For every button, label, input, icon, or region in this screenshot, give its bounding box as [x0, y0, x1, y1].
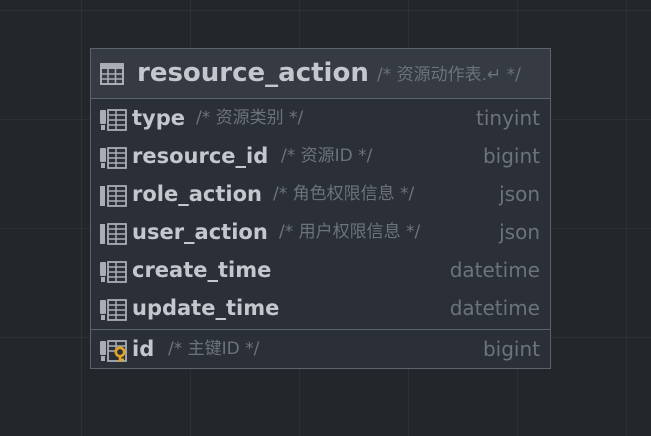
column-type: bigint: [482, 144, 540, 168]
column-comment: /* 资源类别 */: [196, 108, 304, 128]
diagram-canvas[interactable]: resource_action /* 资源动作表.↵ */ type /* 资源…: [0, 0, 651, 436]
column-type: json: [499, 182, 540, 206]
column-row-role-action[interactable]: role_action /* 角色权限信息 */ json: [91, 175, 550, 213]
column-icon: [100, 261, 127, 283]
column-name: create_time: [132, 258, 272, 282]
table-icon: [100, 63, 124, 85]
column-name: resource_id: [132, 144, 269, 168]
column-icon: [100, 109, 127, 131]
column-row-type[interactable]: type /* 资源类别 */ tinyint: [91, 99, 550, 137]
entity-header[interactable]: resource_action /* 资源动作表.↵ */: [91, 49, 550, 99]
column-row-user-action[interactable]: user_action /* 用户权限信息 */ json: [91, 213, 550, 251]
column-comment: /* 主键ID */: [168, 339, 260, 359]
column-comment: /* 资源ID */: [281, 146, 373, 166]
column-type: datetime: [449, 258, 540, 282]
column-name: id: [132, 337, 155, 361]
column-name: type: [132, 106, 186, 130]
column-json-icon: [100, 185, 127, 207]
primary-key-column-icon: [100, 340, 127, 362]
column-name: role_action: [132, 182, 262, 206]
column-name: update_time: [132, 296, 280, 320]
column-row-create-time[interactable]: create_time datetime: [91, 251, 550, 289]
column-row-id[interactable]: id /* 主键ID */ bigint: [91, 330, 550, 369]
column-comment: /* 用户权限信息 */: [279, 222, 421, 242]
entity-comment: /* 资源动作表.↵ */: [377, 65, 521, 85]
column-type: bigint: [482, 337, 540, 361]
column-comment: /* 角色权限信息 */: [273, 184, 415, 204]
column-icon: [100, 147, 127, 169]
column-type: tinyint: [476, 106, 540, 130]
column-type: json: [499, 220, 540, 244]
column-list: type /* 资源类别 */ tinyint resource_id /* 资…: [91, 99, 550, 327]
primary-key-section: id /* 主键ID */ bigint: [91, 329, 550, 369]
column-json-icon: [100, 223, 127, 245]
column-icon: [100, 299, 127, 321]
table-entity[interactable]: resource_action /* 资源动作表.↵ */ type /* 资源…: [90, 48, 551, 369]
column-row-resource-id[interactable]: resource_id /* 资源ID */ bigint: [91, 137, 550, 175]
column-type: datetime: [449, 296, 540, 320]
column-row-update-time[interactable]: update_time datetime: [91, 289, 550, 327]
entity-name: resource_action: [137, 58, 369, 88]
column-name: user_action: [132, 220, 268, 244]
